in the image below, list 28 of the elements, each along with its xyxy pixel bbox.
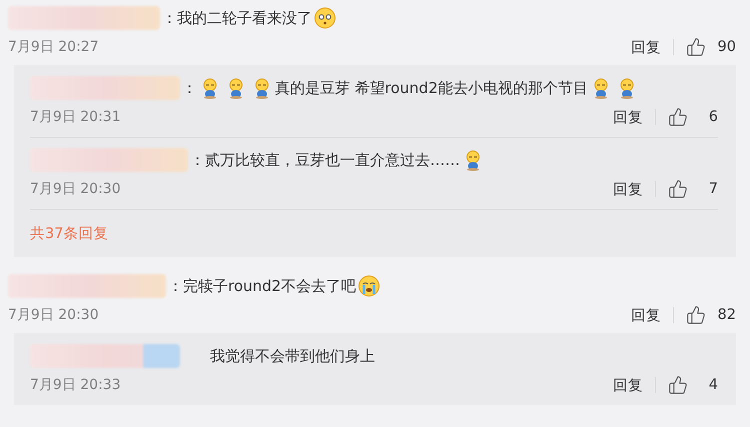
reply-link[interactable]: 回复 xyxy=(613,376,643,394)
reply-link[interactable]: 回复 xyxy=(631,306,661,324)
timestamp: 7月9日 20:33 xyxy=(30,376,122,394)
timestamp: 7月9日 20:30 xyxy=(8,306,100,324)
reply-link[interactable]: 回复 xyxy=(613,108,643,126)
like-icon[interactable] xyxy=(668,179,688,199)
comment-text: ：我的二轮子看来没了 xyxy=(162,8,312,28)
like-icon[interactable] xyxy=(686,37,706,57)
timestamp: 7月9日 20:31 xyxy=(30,108,122,126)
like-count: 82 xyxy=(716,307,736,323)
like-count: 90 xyxy=(716,39,736,55)
comment-text: ：贰万比较直，豆芽也一直介意过去…… xyxy=(190,150,460,170)
like-icon[interactable] xyxy=(668,107,688,127)
comment-text: ：完犊子round2不会去了吧 xyxy=(168,276,356,296)
comment-text: 我觉得不会带到他们身上 xyxy=(210,346,375,366)
like-icon[interactable] xyxy=(668,375,688,395)
timestamp: 7月9日 20:30 xyxy=(30,180,122,198)
crying-emoji-icon xyxy=(358,275,380,297)
like-count: 6 xyxy=(708,109,718,125)
reply-link[interactable]: 回复 xyxy=(631,38,661,56)
flushed-emoji-icon xyxy=(314,7,336,29)
like-icon[interactable] xyxy=(686,305,706,325)
reply-link[interactable]: 回复 xyxy=(613,180,643,198)
comment-text: ： xyxy=(182,78,197,98)
like-count: 7 xyxy=(708,181,718,197)
like-count: 4 xyxy=(708,377,718,393)
timestamp: 7月9日 20:27 xyxy=(8,38,100,56)
comment-text: 真的是豆芽 希望round2能去小电视的那个节目 xyxy=(275,78,588,98)
